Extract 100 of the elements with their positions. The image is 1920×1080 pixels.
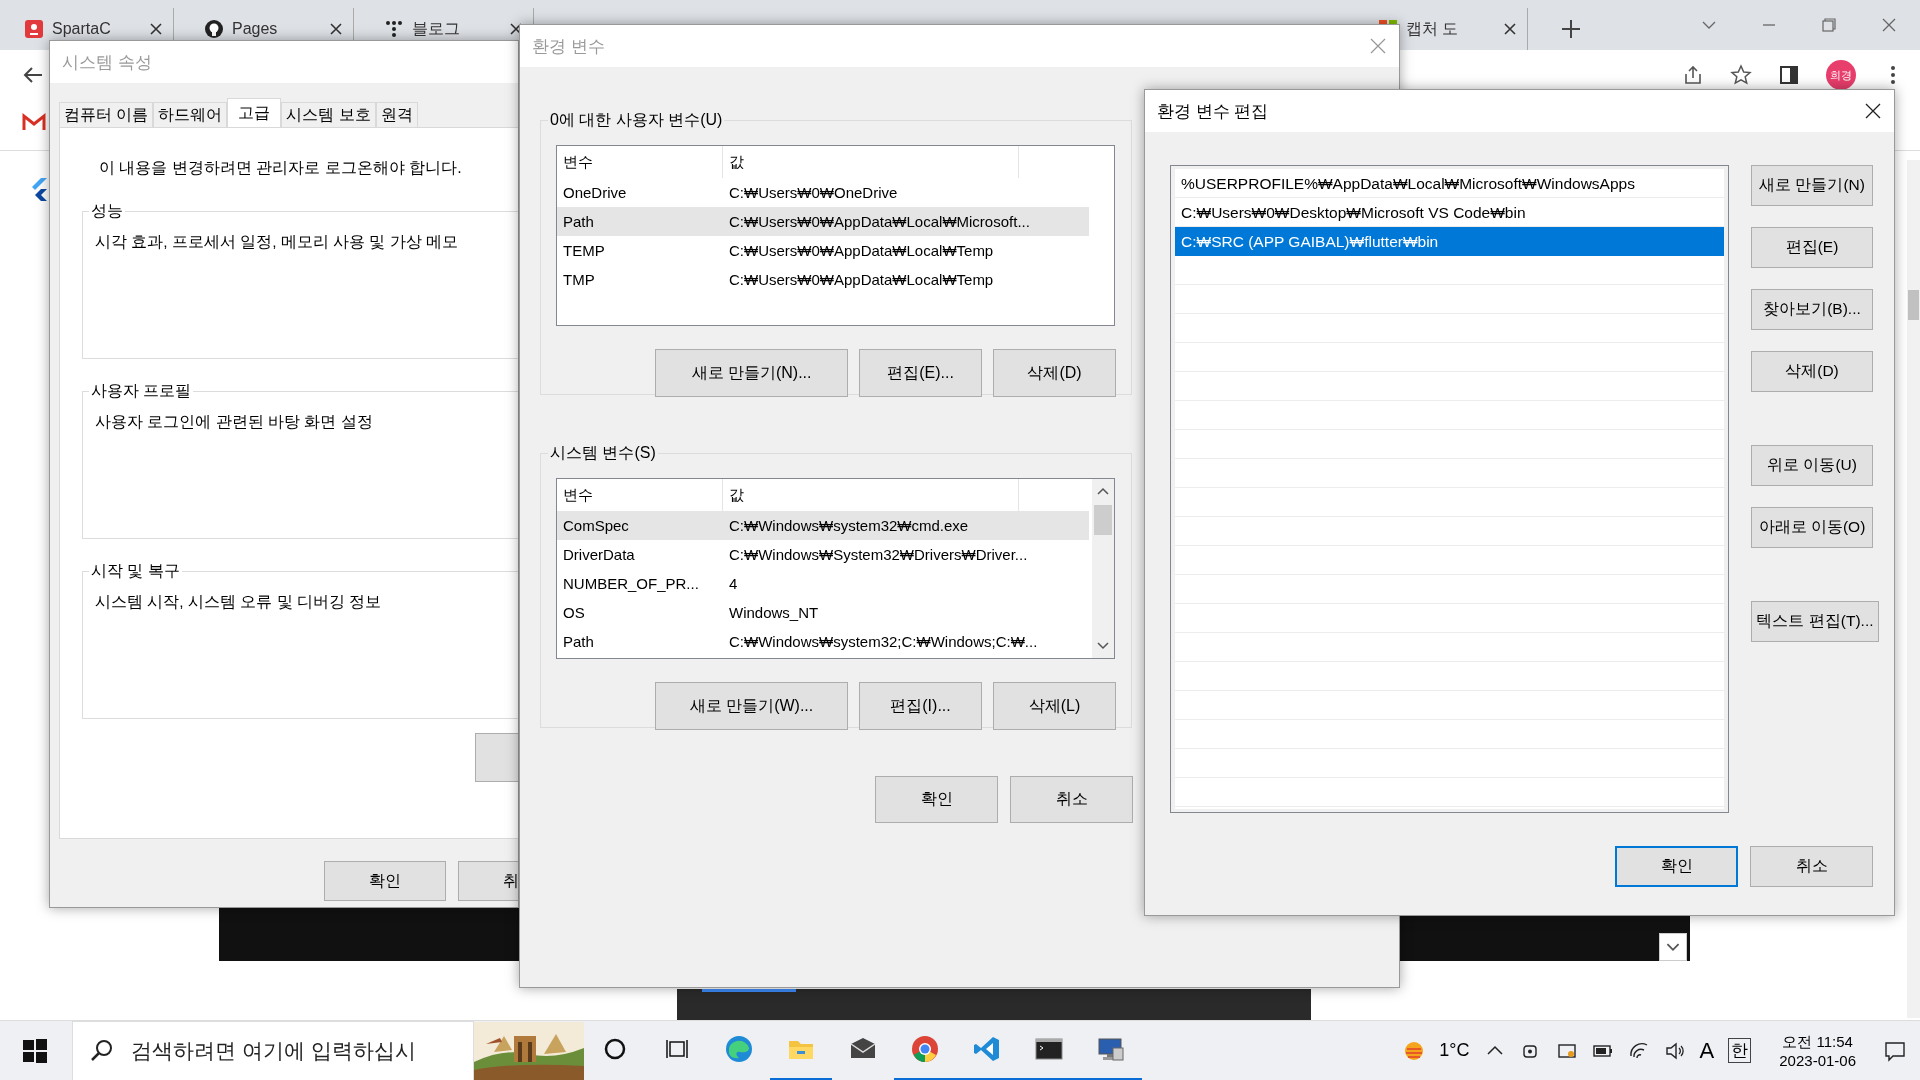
table-cell-text: ComSpec — [562, 516, 630, 536]
variable-row[interactable]: ComSpec C:₩Windows₩system32₩cmd.exe — [557, 511, 1089, 540]
variable-row[interactable]: DriverData C:₩Windows₩System32₩Drivers₩Driver... — [557, 540, 1089, 569]
path-entry[interactable]: %USERPROFILE%₩AppData₩Local₩Microsoft₩WindowsApps — [1175, 169, 1724, 198]
table-cell-text: C:₩Users₩0₩AppData₩Local₩Temp — [728, 241, 995, 261]
table-cell-text: Path — [562, 212, 595, 232]
tab[interactable]: 원격 — [375, 102, 418, 127]
mail-m-icon[interactable] — [22, 112, 46, 132]
column-header[interactable]: 값 — [723, 146, 1019, 178]
variable-row[interactable]: OneDrive C:₩Users₩0₩OneDrive — [557, 178, 1089, 207]
table-cell-text: TEMP — [562, 241, 606, 261]
table-cell-text: Windows_NT — [728, 603, 820, 623]
scrollbar-thumb[interactable] — [1908, 290, 1919, 320]
share-icon[interactable] — [1682, 64, 1704, 86]
group-description: 시스템 시작, 시스템 오류 및 디버깅 정보 — [95, 592, 383, 612]
table-cell-text: OS — [562, 603, 586, 623]
tab[interactable]: 시스템 보호 — [281, 102, 376, 127]
tab[interactable]: 컴퓨터 이름 — [59, 102, 154, 127]
chevron-down-icon[interactable] — [1659, 933, 1687, 961]
scrollbar-thumb[interactable] — [1094, 505, 1112, 535]
table-cell-text: Path — [562, 632, 595, 652]
dots-icon — [384, 19, 404, 39]
path-entry[interactable]: C:₩Users₩0₩Desktop₩Microsoft VS Code₩bin — [1175, 198, 1724, 227]
close-icon[interactable] — [1503, 22, 1517, 36]
table-cell-text: C:₩Windows₩System32₩Drivers₩Driver... — [728, 545, 1029, 565]
clock-date[interactable]: 2023-01-06 — [1779, 1051, 1856, 1069]
path-list[interactable]: %USERPROFILE%₩AppData₩Local₩Microsoft₩WindowsApps C:₩Users₩0₩Desktop₩Microsoft VS Code₩bin C:₩SRC (APP GAIBAL)₩flutter₩bin — [1170, 165, 1729, 813]
close-icon[interactable] — [329, 22, 343, 36]
notification-icon[interactable] — [1884, 1039, 1906, 1062]
cancel-button[interactable]: 취소 — [1010, 776, 1133, 823]
close-icon[interactable] — [149, 22, 163, 36]
dialog-button[interactable]: 새로 만들기(N)... — [655, 349, 848, 397]
dialog-button[interactable]: 편집(E)... — [859, 349, 982, 397]
sun-cloud-icon[interactable] — [1403, 1039, 1426, 1062]
variable-row[interactable]: NUMBER_OF_PR... 4 — [557, 569, 1089, 598]
dialog-button[interactable]: 텍스트 편집(T)... — [1751, 601, 1879, 642]
dialog-button[interactable]: 삭제(L) — [993, 682, 1116, 730]
variable-row[interactable]: TMP C:₩Users₩0₩AppData₩Local₩Temp — [557, 265, 1089, 294]
table-cell-text: OneDrive — [562, 183, 628, 203]
cancel-button[interactable]: 취소 — [1750, 846, 1873, 887]
group-description: 사용자 로그인에 관련된 바탕 화면 설정 — [95, 412, 374, 432]
dialog-button[interactable]: 삭제(D) — [1751, 351, 1873, 392]
ime-indicator[interactable]: 한 — [1728, 1038, 1752, 1063]
window-title: 환경 변수 편집 — [1157, 100, 1269, 123]
chrome-icon[interactable] — [910, 1034, 940, 1064]
group-title: 시작 및 복구 — [90, 561, 181, 581]
temperature[interactable]: 1°C — [1439, 1040, 1470, 1061]
table-cell-text: C:₩Users₩0₩AppData₩Local₩Microsoft... — [728, 212, 1031, 232]
restore-icon[interactable] — [1820, 16, 1838, 34]
variable-row[interactable]: OS Windows_NT — [557, 598, 1089, 627]
dialog-button[interactable]: 위로 이동(U) — [1751, 445, 1873, 486]
dialog-button[interactable]: 새로 만들기(N) — [1751, 165, 1873, 206]
dialog-button[interactable]: 아래로 이동(O) — [1751, 507, 1873, 548]
dialog-button[interactable]: 편집(E) — [1751, 227, 1873, 268]
search-field[interactable]: 검색하려면 여기에 입력하십시 — [72, 1020, 474, 1080]
group-title: 시스템 변수(S) — [549, 443, 657, 463]
tab-title: SpartaC — [52, 20, 112, 38]
shield-icon — [24, 19, 44, 39]
close-icon[interactable] — [1864, 102, 1882, 120]
profile-avatar[interactable]: 희경 — [1826, 60, 1856, 90]
variable-list[interactable]: 변수 값 ComSpec C:₩Windows₩system32₩cmd.exe DriverData C:₩Windows₩System32₩Drivers₩Driver... NUMBER_OF_PR... 4 OS Windows_NT Path C:₩Windows₩system32;C:₩Windows;C:₩... — [556, 478, 1115, 659]
notice-text: 이 내용을 변경하려면 관리자로 로그온해야 합니다. — [99, 158, 463, 178]
path-entry[interactable]: C:₩SRC (APP GAIBAL)₩flutter₩bin — [1175, 227, 1724, 256]
table-cell-text: DriverData — [562, 545, 636, 565]
cancel-button[interactable]: 취 — [458, 861, 518, 901]
group-title: 0에 대한 사용자 변수(U) — [549, 110, 724, 130]
group-title: 성능 — [90, 201, 124, 221]
variable-list[interactable]: 변수 값 OneDrive C:₩Users₩0₩OneDrive Path C:₩Users₩0₩AppData₩Local₩Microsoft... TEMP C:₩Users₩0₩AppData₩Local₩Temp TMP C:₩Users₩0₩AppData₩Local₩Temp — [556, 145, 1115, 326]
table-cell-text: TMP — [562, 270, 596, 290]
window-title: 시스템 속성 — [62, 51, 152, 74]
group-description: 시각 효과, 프로세서 일정, 메모리 사용 및 가상 메모 — [95, 232, 460, 252]
variable-row[interactable]: Path C:₩Windows₩system32;C:₩Windows;C:₩... — [557, 627, 1089, 656]
variable-row[interactable]: Path C:₩Users₩0₩AppData₩Local₩Microsoft... — [557, 207, 1089, 236]
side-panel-icon[interactable] — [1778, 64, 1800, 86]
table-cell-text: C:₩Windows₩system32₩cmd.exe — [728, 516, 970, 536]
star-icon[interactable] — [1730, 64, 1752, 86]
windows-start-icon[interactable] — [22, 1037, 48, 1064]
table-cell-text: C:₩Users₩0₩AppData₩Local₩Temp — [728, 270, 995, 290]
tab-title: Pages — [232, 20, 279, 38]
tab[interactable]: 고급 — [227, 98, 282, 127]
tab[interactable]: 하드웨어 — [153, 102, 228, 127]
table-cell-text: 4 — [728, 574, 739, 594]
tab-title: 캡처 도 — [1406, 18, 1460, 39]
variable-row[interactable]: TEMP C:₩Users₩0₩AppData₩Local₩Temp — [557, 236, 1089, 265]
dialog-button[interactable]: 편집(I)... — [859, 682, 982, 730]
dialog-button[interactable]: 삭제(D) — [993, 349, 1116, 397]
dialog-button[interactable]: 찾아보기(B)... — [1751, 289, 1873, 330]
input-mode[interactable]: A — [1699, 1037, 1715, 1064]
ok-button[interactable]: 확인 — [1615, 846, 1738, 887]
close-icon[interactable] — [509, 22, 523, 36]
scrollbar[interactable] — [1092, 479, 1114, 658]
dialog-button[interactable]: 새로 만들기(W)... — [655, 682, 848, 730]
octocat-icon — [204, 19, 224, 39]
clock-time[interactable]: 오전 11:54 — [1782, 1032, 1853, 1052]
table-cell-text: NUMBER_OF_PR... — [562, 574, 700, 594]
code-editor-icon[interactable] — [972, 1034, 1002, 1064]
edge-icon[interactable] — [724, 1034, 754, 1064]
ok-button[interactable]: 확인 — [324, 861, 446, 901]
column-header[interactable]: 변수 — [557, 146, 723, 178]
ok-button[interactable]: 확인 — [875, 776, 998, 823]
